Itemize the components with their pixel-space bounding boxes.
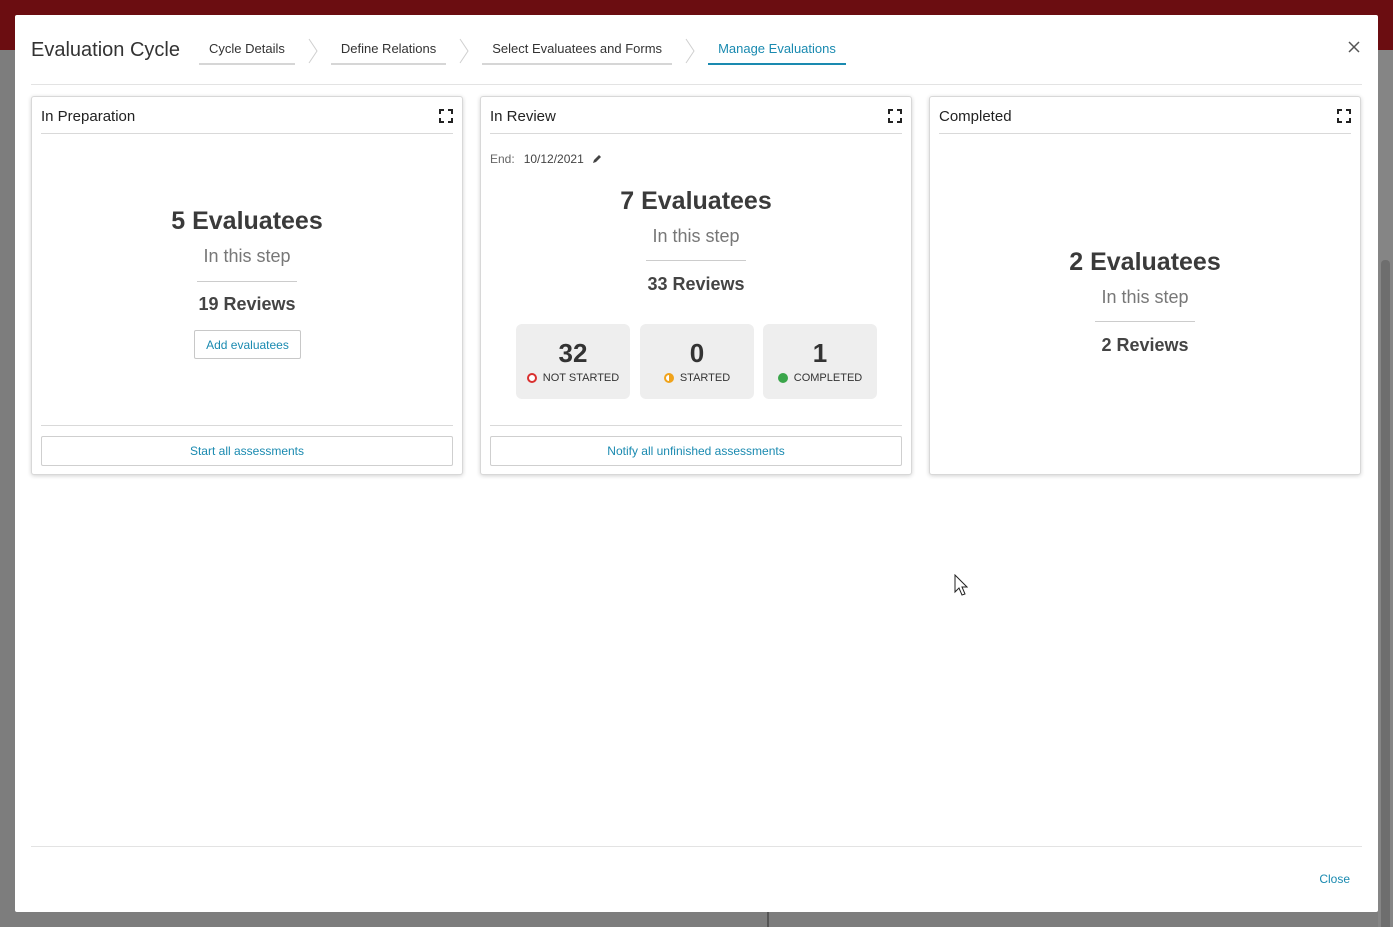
card-header: In Preparation <box>41 97 453 134</box>
evaluatees-count: 2 Evaluatees <box>1069 248 1221 276</box>
edit-pencil-icon[interactable] <box>592 154 602 164</box>
card-title: In Preparation <box>41 108 136 125</box>
card-header: In Review <box>490 97 902 134</box>
stat-completed: 1 COMPLETED <box>763 324 877 399</box>
divider <box>490 425 902 426</box>
close-icon[interactable] <box>1344 37 1364 57</box>
expand-icon[interactable] <box>1337 109 1351 123</box>
step-cycle-details[interactable]: Cycle Details <box>199 37 295 65</box>
mouse-cursor-icon <box>954 574 968 596</box>
chevron-right-icon <box>672 37 708 65</box>
header-divider <box>31 84 1362 85</box>
step-select-evaluatees-and-forms[interactable]: Select Evaluatees and Forms <box>482 37 673 65</box>
card-title: In Review <box>490 108 556 125</box>
stat-label: NOT STARTED <box>542 372 620 384</box>
stat-label: COMPLETED <box>793 372 863 384</box>
divider <box>197 281 297 282</box>
step-caption: In this step <box>203 246 291 266</box>
close-button[interactable]: Close <box>1319 872 1350 886</box>
stat-not-started: 32 NOT STARTED <box>516 324 630 399</box>
stat-label-row: NOT STARTED <box>516 372 630 384</box>
stat-label-row: COMPLETED <box>763 372 877 384</box>
stat-label-row: STARTED <box>640 372 754 384</box>
not-started-circle-icon <box>526 373 537 383</box>
divider <box>41 425 453 426</box>
stat-value: 32 <box>558 338 588 368</box>
completed-dot-icon <box>777 373 788 383</box>
evaluatees-count: 5 Evaluatees <box>171 207 323 235</box>
end-date-row: End: 10/12/2021 <box>490 152 602 166</box>
end-label: End: <box>490 152 515 166</box>
add-evaluatees-button[interactable]: Add evaluatees <box>194 330 301 359</box>
start-all-assessments-button[interactable]: Start all assessments <box>41 436 453 466</box>
card-header: Completed <box>939 97 1351 134</box>
step-caption: In this step <box>652 226 740 246</box>
footer-divider <box>31 846 1362 847</box>
evaluatees-count: 7 Evaluatees <box>620 187 772 215</box>
evaluation-cycle-dialog: Evaluation Cycle Cycle Details Define Re… <box>15 15 1378 912</box>
card-in-review: In Review End: 10/12/2021 7 Evaluatees I… <box>480 96 912 475</box>
stat-label: STARTED <box>679 372 731 384</box>
expand-icon[interactable] <box>888 109 902 123</box>
dialog-title: Evaluation Cycle <box>31 39 180 61</box>
reviews-count: 33 Reviews <box>647 274 745 294</box>
card-completed: Completed 2 Evaluatees In this step 2 Re… <box>929 96 1361 475</box>
card-title: Completed <box>939 108 1012 125</box>
divider <box>646 260 746 261</box>
step-define-relations[interactable]: Define Relations <box>330 37 447 65</box>
chevron-right-icon <box>446 37 482 65</box>
scrollbar-thumb[interactable] <box>1381 260 1390 927</box>
expand-icon[interactable] <box>439 109 453 123</box>
reviews-count: 2 Reviews <box>1101 335 1189 355</box>
stat-started: 0 STARTED <box>640 324 754 399</box>
wizard-steps: Cycle Details Define Relations Select Ev… <box>199 37 846 67</box>
end-date-value: 10/12/2021 <box>523 152 584 166</box>
card-in-preparation: In Preparation 5 Evaluatees In this step… <box>31 96 463 475</box>
page-scrollbar[interactable] <box>1378 50 1393 927</box>
stat-value: 1 <box>812 338 828 368</box>
dialog-header: Evaluation Cycle Cycle Details Define Re… <box>15 15 1378 85</box>
half-circle-icon <box>663 373 674 383</box>
step-manage-evaluations[interactable]: Manage Evaluations <box>708 37 846 65</box>
stat-value: 0 <box>689 338 705 368</box>
chevron-right-icon <box>295 37 331 65</box>
reviews-count: 19 Reviews <box>198 294 296 314</box>
step-caption: In this step <box>1101 287 1189 307</box>
background-divider <box>767 910 769 927</box>
notify-unfinished-button[interactable]: Notify all unfinished assessments <box>490 436 902 466</box>
divider <box>1095 321 1195 322</box>
